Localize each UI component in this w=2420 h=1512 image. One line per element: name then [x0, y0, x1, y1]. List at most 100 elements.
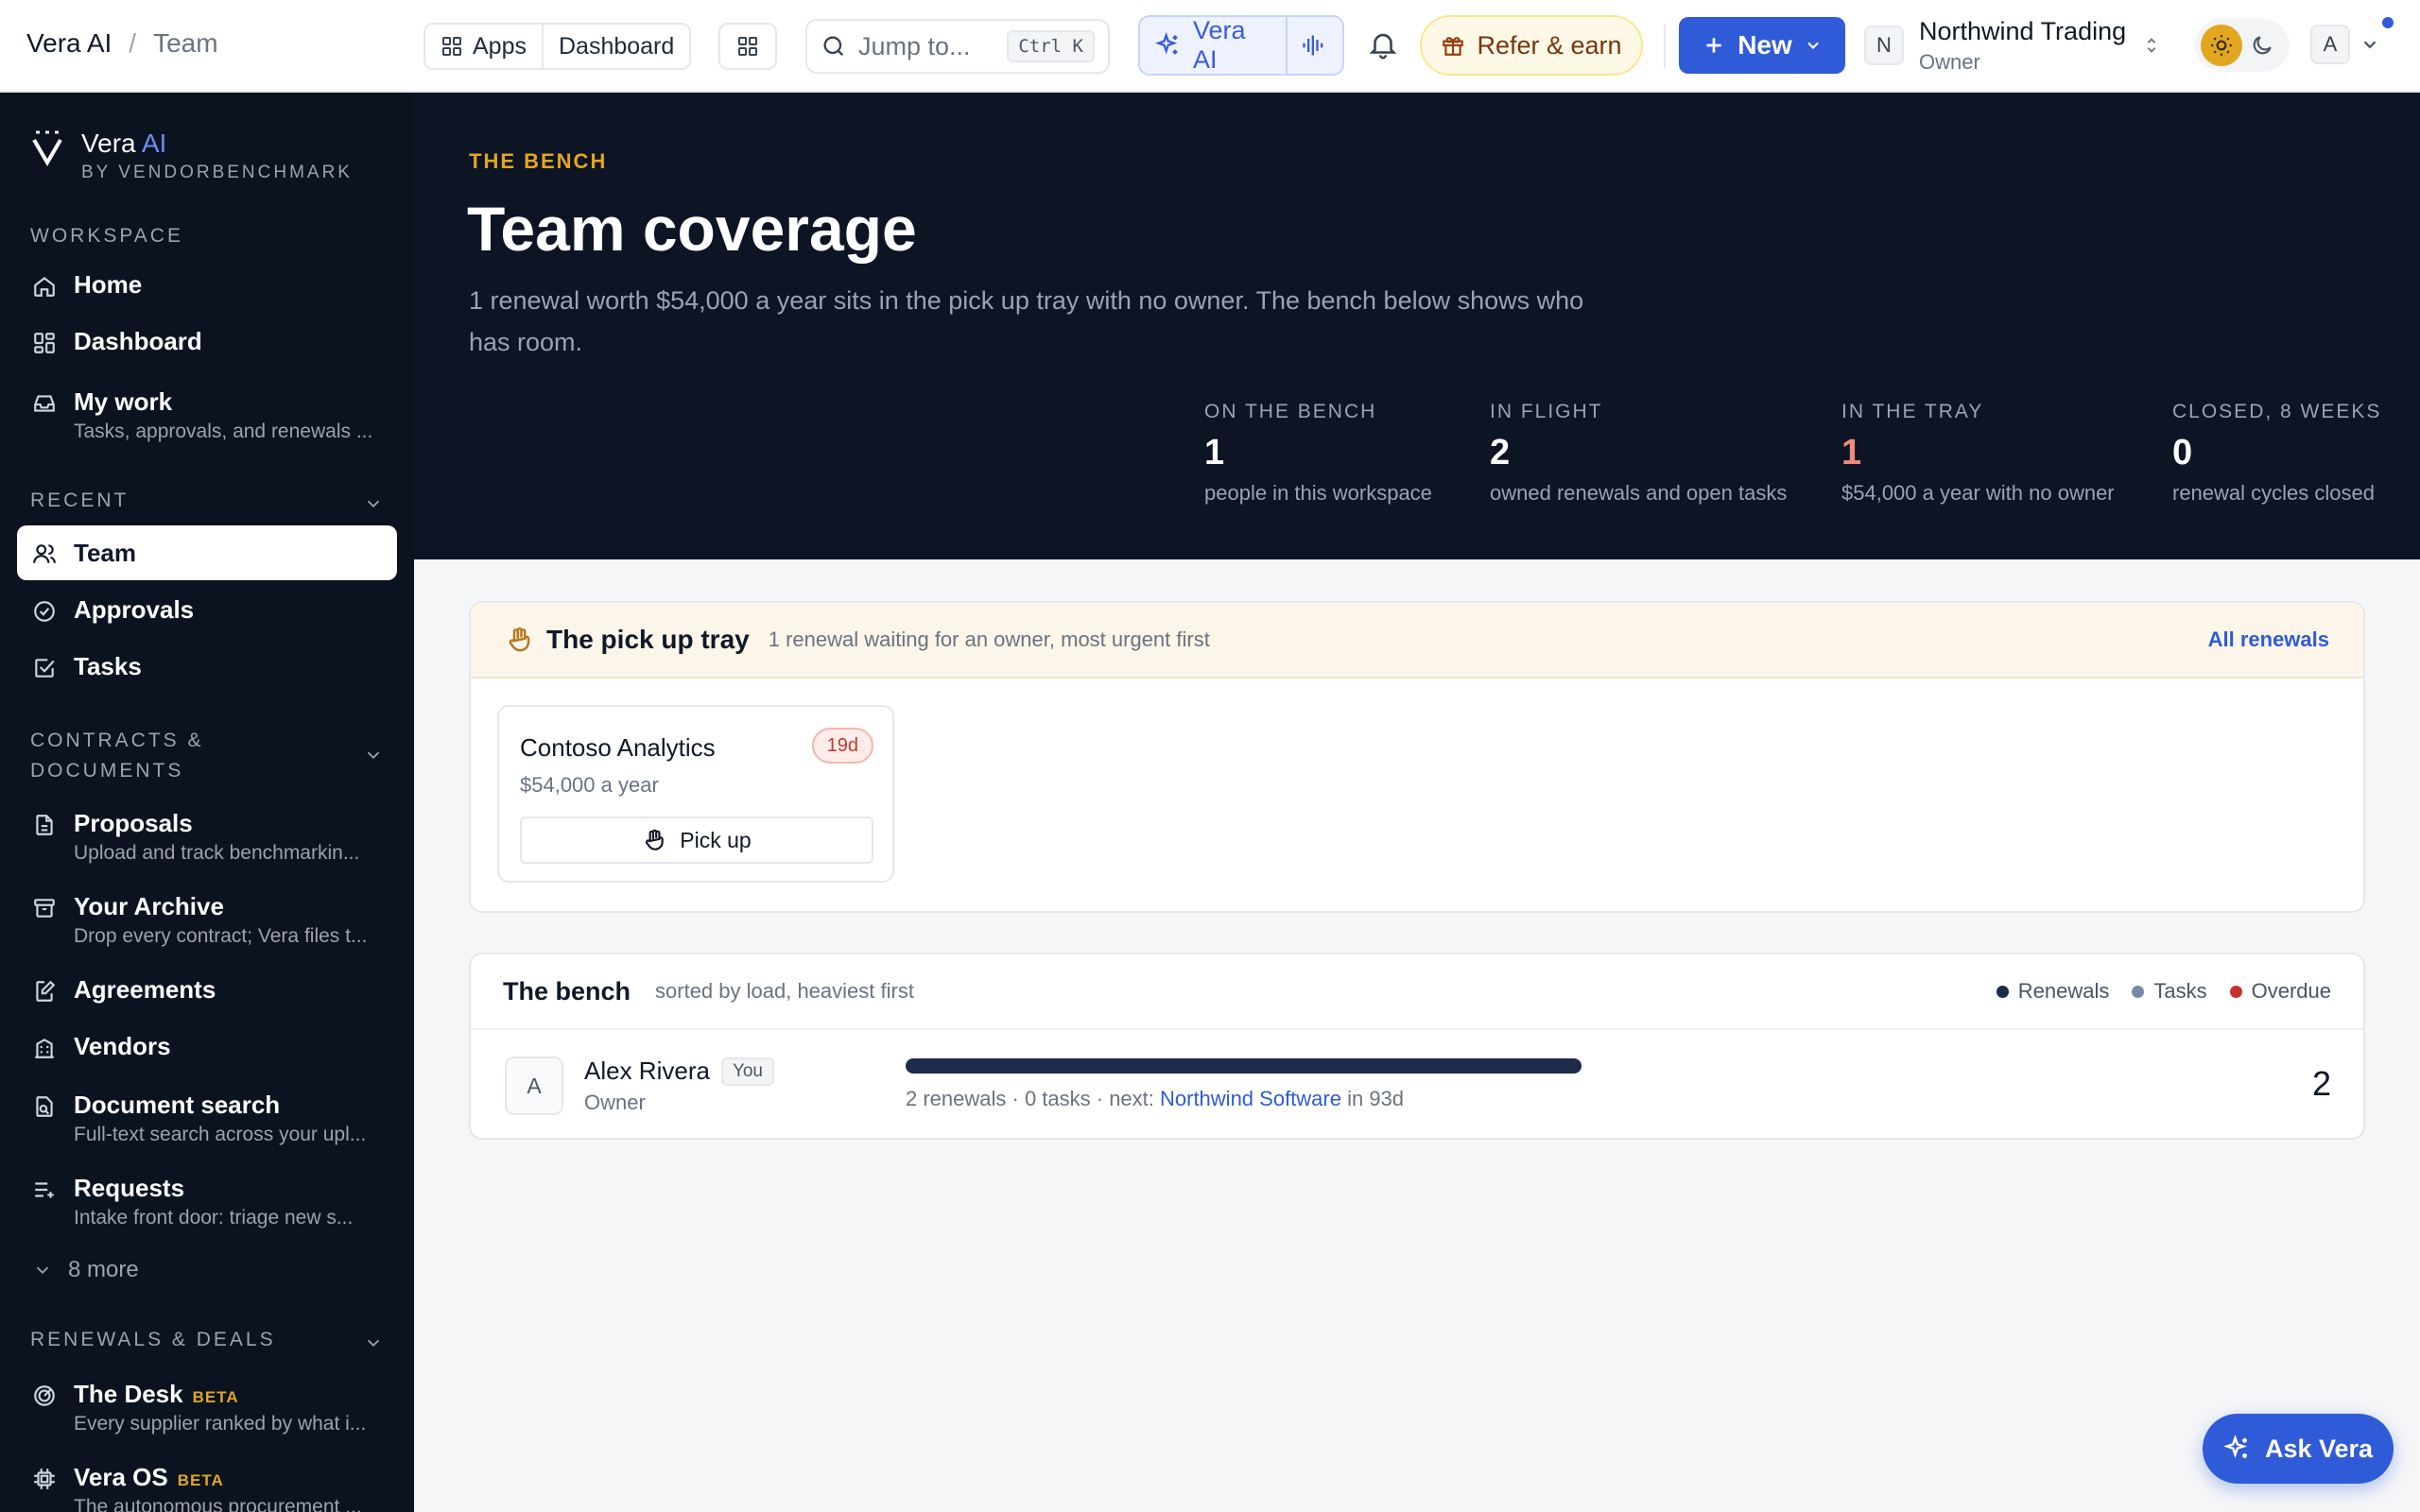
checkbox-icon	[30, 654, 59, 682]
legend-renewals: Renewals	[1996, 979, 2109, 1004]
sidebar-item-tasks[interactable]: Tasks	[17, 652, 397, 682]
ask-vera-label: Ask Vera	[2264, 1434, 2374, 1463]
bench-row[interactable]: A Alex Rivera You Owner 2 renewals · 0 ta…	[471, 1030, 2363, 1138]
gift-icon	[1441, 33, 1465, 58]
contracts-chevron-icon[interactable]	[363, 745, 384, 765]
sidebar-item-the-desk[interactable]: The Desk BETA Every supplier ranked by wha…	[17, 1380, 397, 1435]
more-chevron-icon	[32, 1260, 53, 1280]
chip-icon	[30, 1465, 59, 1493]
sidebar-item-home[interactable]: Home	[17, 270, 397, 301]
sidebar: Vera AI BY VENDORBENCHMARK WORKSPACE Hom…	[0, 93, 414, 1512]
jump-search[interactable]: Jump to... Ctrl K	[805, 19, 1110, 74]
section-contracts[interactable]: CONTRACTS & DOCUMENTS	[30, 726, 333, 786]
top-bar: Vera AI / Team Apps Dashboard Jump to...…	[0, 0, 2420, 93]
org-avatar: N	[1864, 26, 1904, 65]
brand-title: Vera AI	[81, 129, 167, 158]
stat-in-flight: IN FLIGHT 2 owned renewals and open task…	[1490, 401, 1788, 505]
pick-up-label: Pick up	[680, 827, 752, 852]
beta-badge: BETA	[177, 1471, 224, 1489]
bench-legend: Renewals Tasks Overdue	[1996, 979, 2331, 1004]
chevron-down-icon	[1804, 36, 1823, 55]
brand[interactable]: Vera AI BY VENDORBENCHMARK	[30, 129, 353, 183]
file-icon	[30, 811, 59, 839]
page-title: Team coverage	[467, 194, 917, 264]
pickup-tray-header: The pick up tray 1 renewal waiting for a…	[471, 603, 2363, 679]
pick-up-button[interactable]: Pick up	[520, 816, 873, 864]
apps-dashboard-switch: Apps Dashboard	[424, 23, 692, 70]
check-circle-icon	[30, 597, 59, 626]
apps-button[interactable]: Apps	[425, 25, 542, 68]
sidebar-item-proposals[interactable]: Proposals Upload and track benchmarkin...	[17, 809, 397, 865]
breadcrumb: Vera AI / Team	[26, 28, 218, 59]
bell-icon[interactable]	[1367, 28, 1399, 60]
renewal-card[interactable]: Contoso Analytics 19d $54,000 a year Pic…	[497, 705, 894, 883]
tray-subtitle: 1 renewal waiting for an owner, most urg…	[768, 627, 1210, 651]
member-meta: 2 renewals · 0 tasks · next: Northwind S…	[906, 1087, 1405, 1110]
breadcrumb-current: Team	[153, 28, 218, 58]
sidebar-item-requests[interactable]: Requests Intake front door: triage new s.…	[17, 1174, 397, 1229]
recent-chevron-icon[interactable]	[363, 493, 384, 514]
sidebar-item-agreements[interactable]: Agreements	[17, 975, 397, 1005]
brand-subtitle: BY VENDORBENCHMARK	[81, 163, 353, 182]
pickup-tray-card: The pick up tray 1 renewal waiting for a…	[469, 601, 2365, 913]
theme-toggle[interactable]	[2195, 19, 2290, 72]
sidebar-item-my-work[interactable]: My work Tasks, approvals, and renewals ..…	[17, 387, 397, 443]
pick-up-hand-icon	[642, 828, 666, 852]
stat-on-bench: ON THE BENCH 1 people in this workspace	[1204, 401, 1432, 505]
toolbar-divider	[1664, 25, 1666, 68]
refer-earn-button[interactable]: Refer & earn	[1420, 15, 1643, 76]
sidebar-item-document-search[interactable]: Document search Full-text search across y…	[17, 1091, 397, 1146]
tray-title: The pick up tray	[546, 625, 750, 654]
renewal-name: Contoso Analytics	[520, 733, 716, 762]
vera-logo-icon	[30, 129, 64, 166]
load-bar-renewals	[906, 1058, 1582, 1074]
sidebar-item-approvals[interactable]: Approvals	[17, 595, 397, 626]
chevrons-up-down-icon	[2141, 35, 2162, 56]
member-load-count: 2	[2311, 1064, 2331, 1103]
section-recent[interactable]: RECENT	[30, 490, 384, 512]
beta-badge: BETA	[192, 1388, 239, 1406]
ask-sparkles-icon	[2222, 1435, 2252, 1463]
renewals-chevron-icon[interactable]	[363, 1332, 384, 1353]
user-avatar: A	[2310, 25, 2350, 64]
hero-lede: 1 renewal worth $54,000 a year sits in t…	[469, 286, 1584, 356]
org-name: Northwind Trading	[1919, 16, 2127, 45]
renewal-value: $54,000 a year	[520, 773, 659, 797]
org-switcher[interactable]: N Northwind Trading Owner	[1864, 13, 2162, 77]
sidebar-item-dashboard[interactable]: Dashboard	[17, 327, 397, 357]
new-button[interactable]: New	[1679, 17, 1845, 74]
inbox-icon	[30, 389, 59, 418]
voice-wave-icon[interactable]	[1286, 17, 1327, 74]
member-avatar: A	[505, 1057, 563, 1115]
sun-icon[interactable]	[2201, 25, 2242, 66]
legend-overdue: Overdue	[2229, 979, 2331, 1004]
sidebar-more-toggle[interactable]: 8 more	[32, 1257, 139, 1283]
archive-icon	[30, 894, 59, 922]
plus-icon	[1702, 33, 1726, 58]
all-renewals-link[interactable]: All renewals	[2208, 627, 2329, 652]
sidebar-item-archive[interactable]: Your Archive Drop every contract; Vera fi…	[17, 892, 397, 948]
bench-subtitle: sorted by load, heaviest first	[655, 979, 914, 1003]
vera-ai-button[interactable]: Vera AI	[1138, 15, 1344, 76]
vera-ai-label: Vera AI	[1193, 16, 1246, 74]
member-name: Alex Rivera You	[584, 1057, 774, 1086]
ask-vera-button[interactable]: Ask Vera	[2203, 1414, 2394, 1484]
notification-dot	[2382, 17, 2394, 28]
user-menu[interactable]: A	[2310, 25, 2380, 64]
breadcrumb-app[interactable]: Vera AI	[26, 28, 112, 59]
bench-card: The bench sorted by load, heaviest first…	[469, 953, 2365, 1140]
sidebar-item-vendors[interactable]: Vendors	[17, 1032, 397, 1062]
sidebar-item-vera-os[interactable]: Vera OS BETA The autonomous procurement ..…	[17, 1463, 397, 1512]
moon-icon[interactable]	[2250, 33, 2274, 58]
sidebar-item-team[interactable]: Team	[17, 525, 397, 580]
legend-tasks: Tasks	[2132, 979, 2207, 1004]
next-renewal-link[interactable]: Northwind Software	[1160, 1087, 1341, 1110]
hero-banner: THE BENCH Team coverage 1 renewal worth …	[414, 93, 2420, 559]
apps-grid-icon	[441, 35, 463, 58]
dashboard-button[interactable]: Dashboard	[541, 25, 689, 68]
search-icon	[821, 33, 847, 60]
member-role: Owner	[584, 1091, 646, 1114]
days-badge: 19d	[811, 728, 873, 764]
section-renewals[interactable]: RENEWALS & DEALS	[30, 1329, 276, 1351]
layout-grid-button[interactable]	[718, 23, 777, 70]
